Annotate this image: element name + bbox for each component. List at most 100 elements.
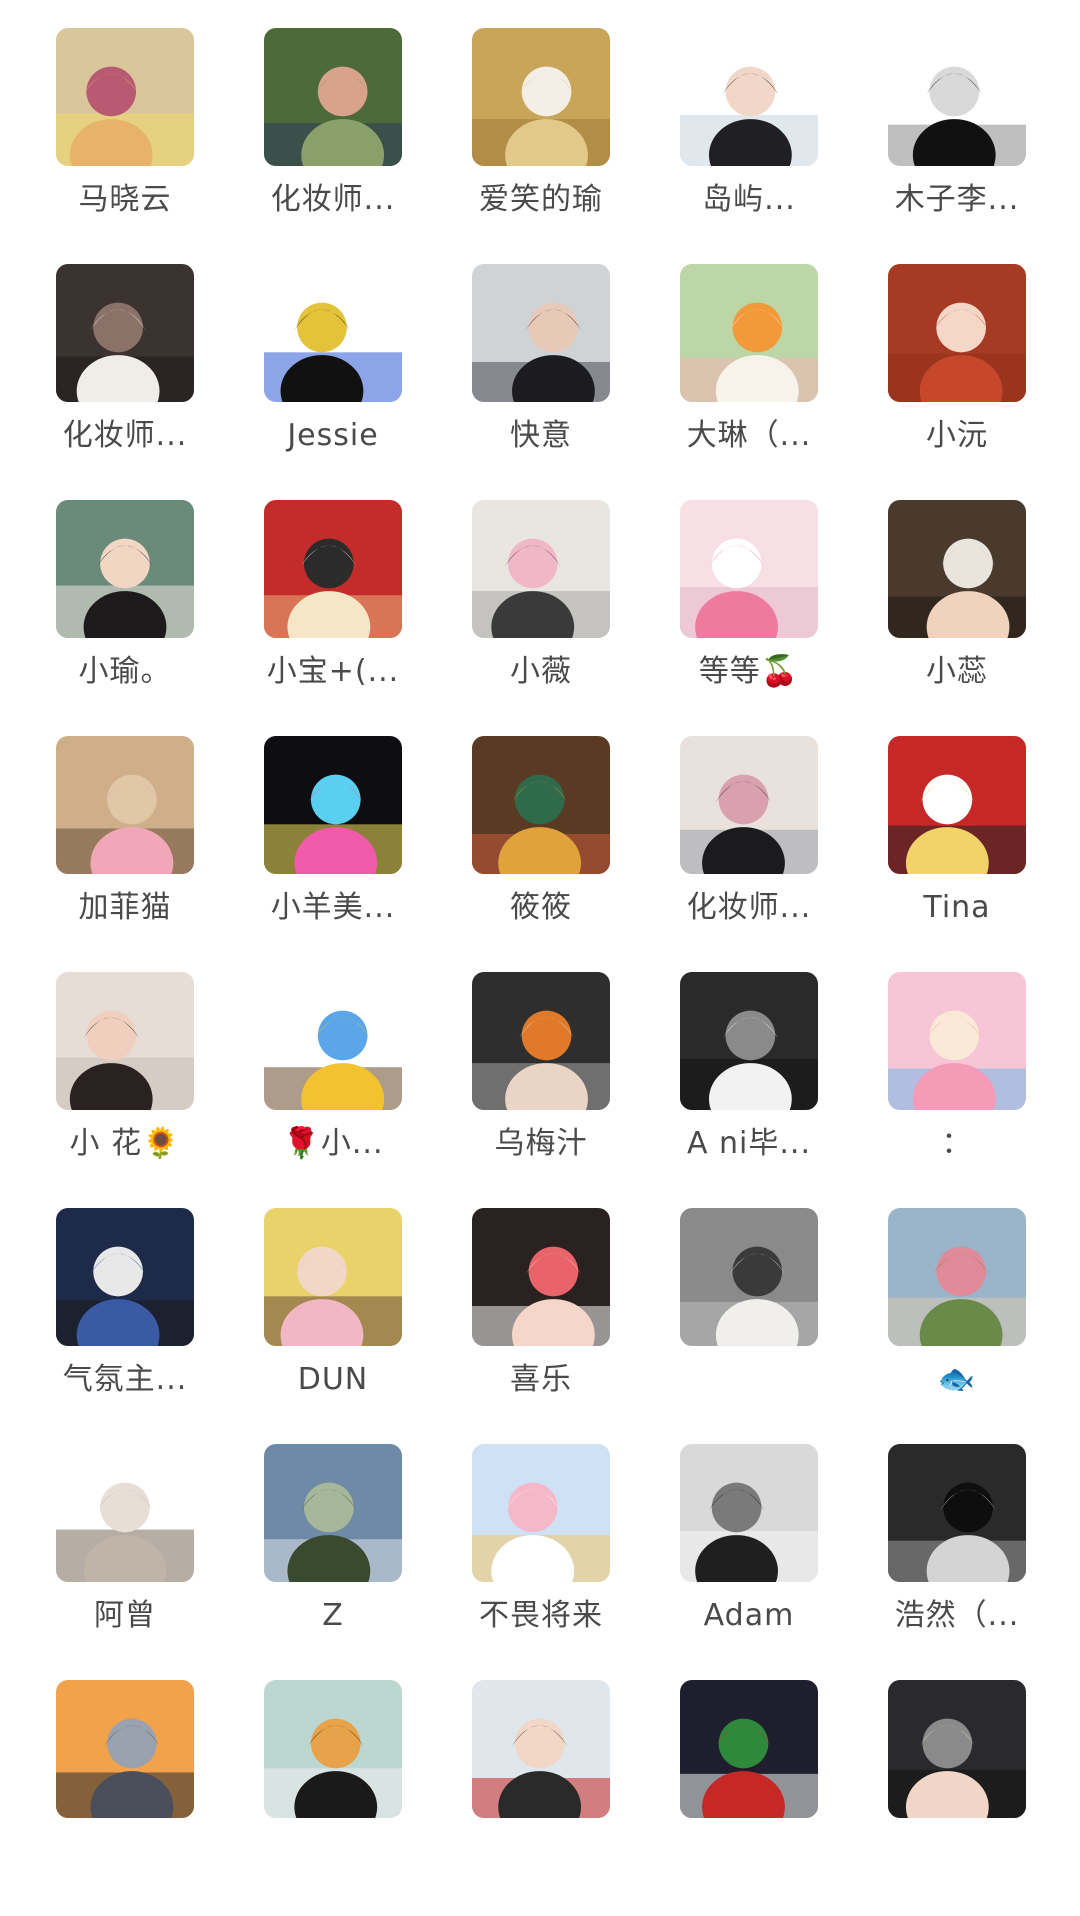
woman-outdoor-photo-avatar[interactable] [264, 28, 402, 166]
member-cell[interactable]: 喜乐 [472, 1208, 610, 1444]
sunset-mountain-avatar[interactable] [56, 1680, 194, 1818]
member-cell[interactable] [888, 1680, 1026, 1916]
member-cell[interactable]: 小 花🌻 [56, 972, 194, 1208]
event-stage-avatar[interactable] [56, 1208, 194, 1346]
child-drawing-avatar[interactable] [264, 264, 402, 402]
member-name: Jessie [287, 418, 379, 453]
member-cell[interactable]: 马晓云 [56, 28, 194, 264]
pink-hair-girl-avatar[interactable] [888, 972, 1026, 1110]
vintage-art-avatar[interactable] [472, 736, 610, 874]
red-square-avatar[interactable] [888, 264, 1026, 402]
member-cell[interactable]: 岛屿... [680, 28, 818, 264]
member-cell[interactable]: A ni毕... [680, 972, 818, 1208]
member-name: 大琳（... [686, 418, 812, 453]
member-name: 小蕊 [926, 654, 988, 689]
member-name: 快意 [510, 418, 572, 453]
member-name: 小 花🌻 [69, 1126, 181, 1161]
member-name: 化妆师... [62, 418, 188, 453]
member-cell[interactable]: 小羊美... [264, 736, 402, 972]
member-cell[interactable]: 乌梅汁 [472, 972, 610, 1208]
member-name: 小沅 [926, 418, 988, 453]
member-cell[interactable]: Adam [680, 1444, 818, 1680]
member-cell[interactable]: 阿曾 [56, 1444, 194, 1680]
cartoon-girl-glasses-avatar[interactable] [472, 1208, 610, 1346]
member-cell[interactable]: Jessie [264, 264, 402, 500]
couple-costume-avatar[interactable] [472, 972, 610, 1110]
anime-curly-hair-avatar[interactable] [56, 500, 194, 638]
member-cell[interactable]: 化妆师... [56, 264, 194, 500]
member-cell[interactable]: 爱笑的瑜 [472, 28, 610, 264]
member-cell[interactable]: 小瑜。 [56, 500, 194, 736]
member-cell[interactable]: 不畏将来 [472, 1444, 610, 1680]
member-cell[interactable]: 小宝+(... [264, 500, 402, 736]
member-cell[interactable]: DUN [264, 1208, 402, 1444]
member-cell[interactable]: ： [888, 972, 1026, 1208]
patrick-star-avatar[interactable] [56, 736, 194, 874]
chibi-meditation-avatar[interactable] [56, 1444, 194, 1582]
member-cell[interactable] [56, 1680, 194, 1916]
member-cell[interactable] [680, 1208, 818, 1444]
woman-wheatfield-avatar[interactable] [472, 28, 610, 166]
member-name: 乌梅汁 [494, 1126, 588, 1161]
member-cell[interactable]: 化妆师... [264, 28, 402, 264]
member-name: 不畏将来 [479, 1598, 603, 1633]
garden-path-avatar[interactable] [888, 1208, 1026, 1346]
member-cell[interactable]: Z [264, 1444, 402, 1680]
duck-plush-avatar[interactable] [472, 1444, 610, 1582]
two-men-photo-avatar[interactable] [472, 1680, 610, 1818]
woman-turtleneck-avatar[interactable] [56, 264, 194, 402]
street-photo-avatar[interactable] [680, 1444, 818, 1582]
bunny-carrot-avatar[interactable] [680, 264, 818, 402]
member-cell[interactable]: 筱筱 [472, 736, 610, 972]
member-cell[interactable]: 小薇 [472, 500, 610, 736]
member-cell[interactable] [680, 1680, 818, 1916]
anime-girl-glasses-avatar[interactable] [680, 28, 818, 166]
member-name: A ni毕... [686, 1126, 811, 1161]
member-name: 阿曾 [94, 1598, 156, 1633]
photographer-avatar[interactable] [680, 736, 818, 874]
member-name: 小薇 [510, 654, 572, 689]
member-cell[interactable]: Tina [888, 736, 1026, 972]
laughing-emoji-avatar[interactable] [264, 972, 402, 1110]
member-name: 小宝+(... [266, 654, 400, 689]
white-dog-avatar[interactable] [680, 1208, 818, 1346]
member-cell[interactable]: 小沅 [888, 264, 1026, 500]
member-cell[interactable]: 气氛主... [56, 1208, 194, 1444]
landscape-lake-avatar[interactable] [264, 1444, 402, 1582]
bw-man-hat-avatar[interactable] [680, 972, 818, 1110]
woman-portrait-avatar[interactable] [472, 264, 610, 402]
member-cell[interactable]: 加菲猫 [56, 736, 194, 972]
member-cell[interactable]: 化妆师... [680, 736, 818, 972]
member-cell[interactable]: 🐟 [888, 1208, 1026, 1444]
member-cell[interactable]: 快意 [472, 264, 610, 500]
member-cell[interactable] [472, 1680, 610, 1916]
member-cell[interactable]: 浩然（... [888, 1444, 1026, 1680]
group-members-grid: 马晓云化妆师... 爱笑的瑜 岛屿... 木子李... 化妆师... Jessie 快意 大琳… [56, 28, 1026, 1916]
member-name: 木子李... [894, 182, 1020, 217]
member-cell[interactable]: 大琳（... [680, 264, 818, 500]
makeup-logo-avatar[interactable] [264, 736, 402, 874]
member-name: 化妆师... [270, 182, 396, 217]
balloon-field-avatar[interactable] [56, 28, 194, 166]
woman-pink-dress-avatar[interactable] [264, 1208, 402, 1346]
member-cell[interactable]: 木子李... [888, 28, 1026, 264]
santa-christmas-avatar[interactable] [680, 1680, 818, 1818]
member-cell[interactable]: 等等🍒 [680, 500, 818, 736]
member-name: 🐟 [937, 1362, 977, 1397]
member-cell[interactable]: 小蕊 [888, 500, 1026, 736]
girl-lying-avatar[interactable] [56, 972, 194, 1110]
little-girl-eating-avatar[interactable] [888, 500, 1026, 638]
girl-bicycle-avatar[interactable] [472, 500, 610, 638]
member-name: 加菲猫 [78, 890, 172, 925]
sticker-grid-avatar[interactable] [264, 500, 402, 638]
member-name: 小瑜。 [78, 654, 172, 689]
ink-sketch-girl-avatar[interactable] [888, 28, 1026, 166]
bw-face-closeup-avatar[interactable] [888, 1444, 1026, 1582]
pink-cartoon-avatar[interactable] [680, 500, 818, 638]
member-cell[interactable]: 🌹小... [264, 972, 402, 1208]
member-cell[interactable] [264, 1680, 402, 1916]
woman-headphones-avatar[interactable] [888, 1680, 1026, 1818]
cans-avatar[interactable] [888, 736, 1026, 874]
member-name: 🌹小... [282, 1126, 384, 1161]
black-panther-avatar[interactable] [264, 1680, 402, 1818]
